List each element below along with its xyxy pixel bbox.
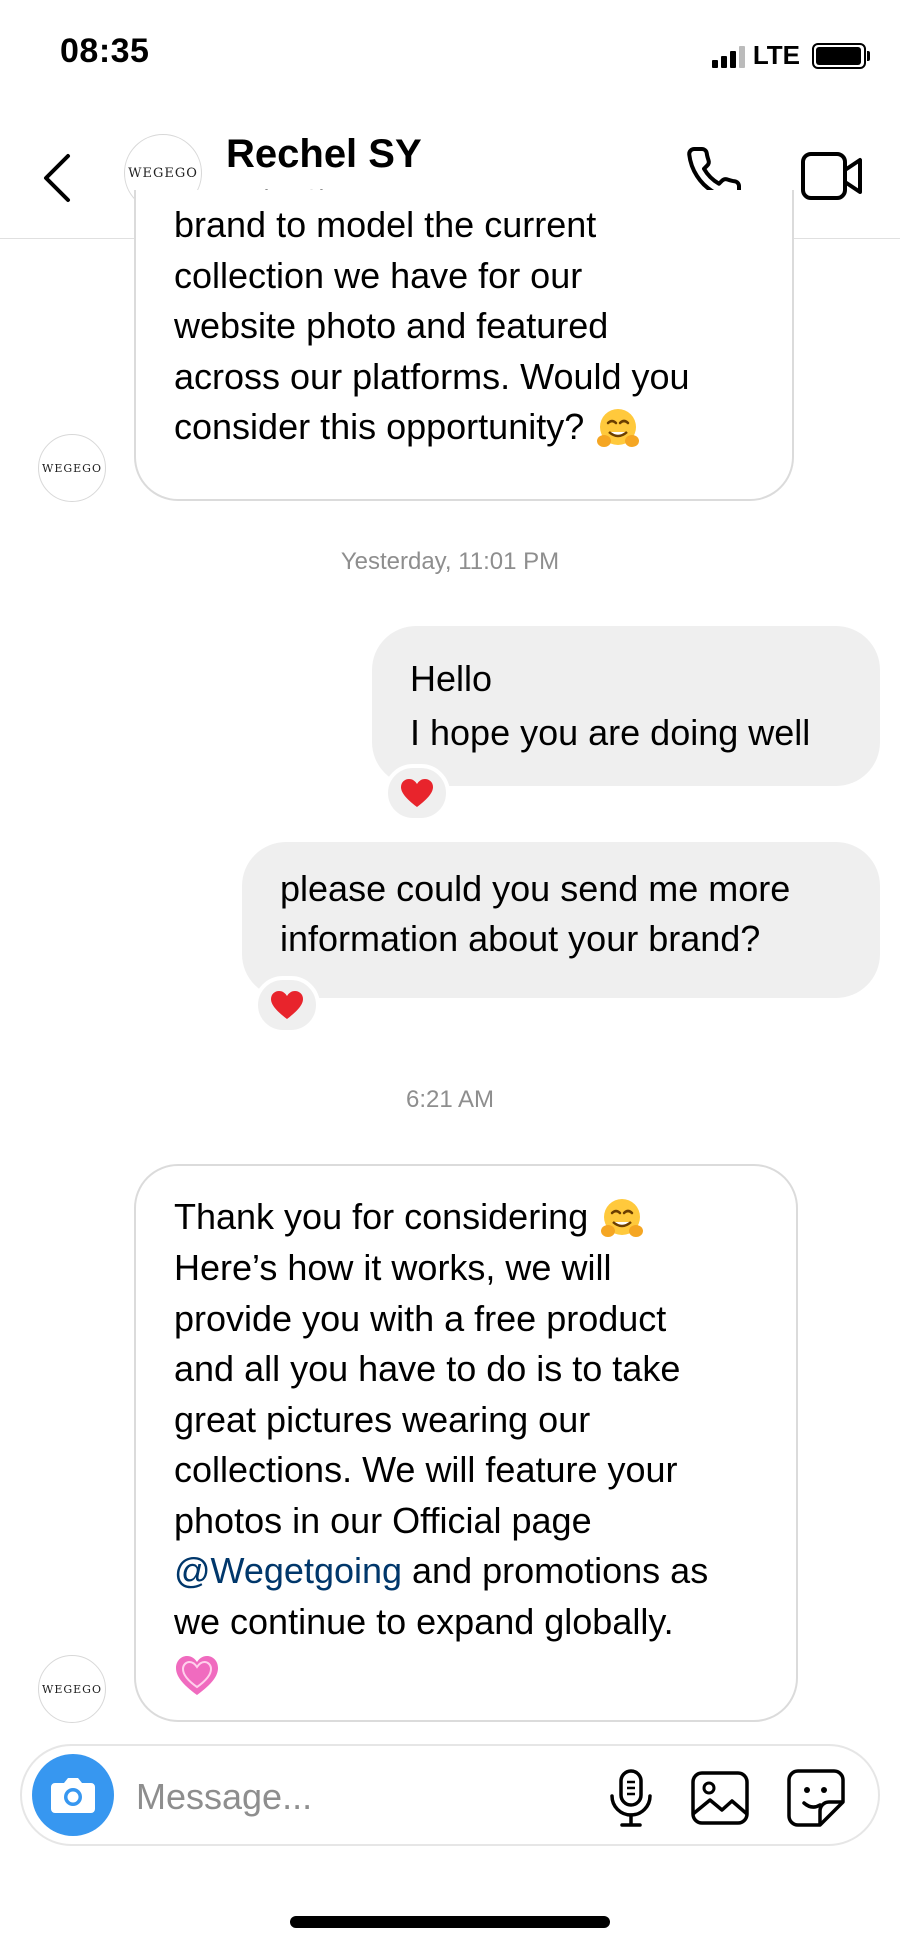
message-line: I hope you are doing well [410,712,811,753]
message-input[interactable] [134,1768,578,1826]
camera-icon [51,1778,95,1813]
message-reaction[interactable] [254,976,320,1034]
avatar-logo-text: WEGEGO [42,1682,102,1696]
home-indicator [290,1916,610,1928]
heart-reaction-icon [271,991,303,1019]
message-line-with-emoji: Thank you for considering [174,1192,766,1243]
message-line: we continue to expand globally. [174,1600,674,1642]
network-label: LTE [752,40,800,70]
back-button[interactable] [38,150,78,206]
signal-icon [711,44,745,68]
outgoing-message-bubble[interactable]: Hello I hope you are doing well [372,626,880,786]
gallery-button[interactable] [690,1770,750,1826]
growing-heart-emoji-icon [176,1655,218,1695]
hug-emoji-icon [597,409,640,448]
timestamp: 6:21 AM [405,1086,495,1113]
message-line: collections. We will feature your [174,1449,678,1491]
mention-link[interactable]: @Wegetgoing [174,1550,402,1591]
message-line: photos in our Official page [174,1499,592,1541]
video-call-button[interactable] [800,148,864,204]
status-time: 08:35 [60,32,150,70]
hug-emoji-icon [601,1199,644,1238]
avatar-logo-text: WEGEGO [128,165,198,181]
timestamp: Yesterday, 11:01 PM [340,548,560,575]
sender-avatar[interactable]: WEGEGO [38,434,106,502]
message-line: please could you send me more [280,868,791,909]
avatar-logo-text: WEGEGO [42,461,102,475]
back-icon [44,154,70,202]
gallery-icon [691,1771,749,1825]
message-line: Thank you for considering [174,1196,599,1237]
message-emoji-line [174,1647,766,1698]
message-line: Here’s how it works, we will [174,1247,612,1289]
message-line: information about your brand? [280,918,761,959]
message-line: website photo and featured [174,305,609,346]
battery-icon [812,42,870,69]
microphone-icon [610,1769,652,1827]
outgoing-message-bubble[interactable]: please could you send me more informatio… [242,842,880,998]
message-line: collection we have for our [174,254,583,296]
battery-level [816,46,861,65]
message-line: consider this opportunity? [174,406,595,447]
video-camera-icon [801,152,862,200]
message-line-with-emoji: consider this opportunity? [174,402,756,453]
message-line: provide you with a free product [174,1297,667,1339]
message-reaction[interactable] [384,764,450,822]
voice-message-button[interactable] [606,1768,656,1828]
message-line: across our platforms. Would you [174,355,690,397]
sender-avatar[interactable]: WEGEGO [38,1655,106,1723]
heart-reaction-icon [401,779,433,807]
camera-button[interactable] [32,1754,114,1836]
contact-name[interactable]: Rechel SY [226,132,422,177]
message-line: and all you have to do is to take [174,1348,681,1390]
status-indicators: LTE [711,40,870,71]
incoming-message-bubble[interactable]: Thank you for considering Here’s how it … [134,1164,798,1722]
message-line: brand to model the current [174,204,597,245]
incoming-message-bubble[interactable]: brand to model the current collection we… [134,190,794,501]
message-line: great pictures wearing our [174,1398,591,1440]
message-line: and promotions as [402,1550,709,1592]
sticker-icon [787,1769,845,1827]
message-composer [20,1744,880,1846]
message-line-with-mention: @Wegetgoing and promotions as [174,1546,766,1597]
sticker-button[interactable] [786,1768,846,1828]
message-line: Hello [410,658,493,699]
